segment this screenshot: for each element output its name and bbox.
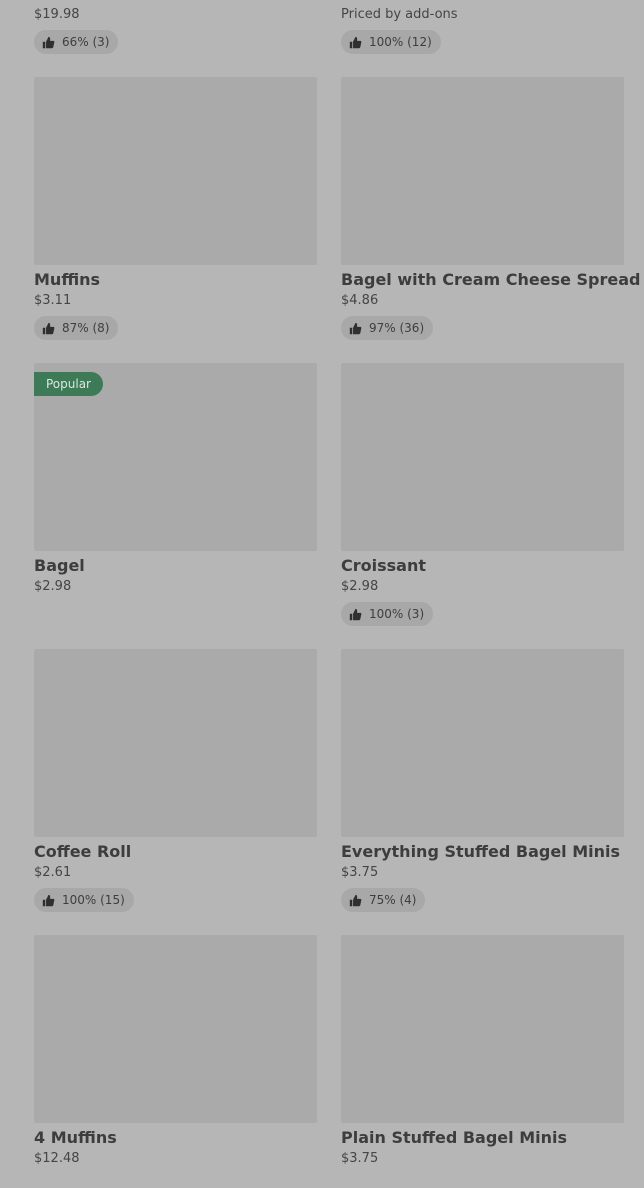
menu-item-card[interactable]: Bagel with Cream Cheese Spread $4.86 97%… (341, 77, 641, 340)
item-name: 4 Muffins (34, 1128, 117, 1147)
item-price: $2.98 (34, 579, 72, 594)
item-image[interactable] (341, 77, 624, 265)
item-rating: 66% (3) (34, 30, 119, 54)
item-name: Muffins (34, 270, 101, 289)
menu-item-card[interactable]: Everything Stuffed Bagel Minis $3.75 75%… (341, 649, 624, 912)
item-rating: 97% (36) (341, 316, 434, 340)
item-rating: 87% (8) (34, 316, 119, 340)
thumbs-up-icon (349, 36, 362, 48)
item-price: Priced by add-ons (341, 7, 458, 22)
item-name: Bagel (34, 556, 85, 575)
item-price: $12.48 (34, 1151, 80, 1166)
item-name: Coffee Roll (34, 842, 132, 861)
item-image[interactable] (341, 935, 624, 1123)
item-price: $19.98 (34, 7, 80, 22)
item-price: $3.11 (34, 293, 72, 308)
rating-value: 87% (8) (62, 321, 110, 335)
menu-row-partial: $19.98 66% (3) Priced by add-ons 100% (1… (0, 0, 644, 60)
item-price: $3.75 (341, 865, 379, 880)
thumbs-up-icon (42, 322, 55, 334)
item-price: $3.75 (341, 1151, 379, 1166)
menu-item-card[interactable]: $19.98 66% (3) (34, 6, 317, 54)
menu-item-card[interactable]: Plain Stuffed Bagel Minis $3.75 (341, 935, 624, 1167)
thumbs-up-icon (349, 894, 362, 906)
item-price: $4.86 (341, 293, 379, 308)
item-price: $2.61 (34, 865, 72, 880)
item-image[interactable] (34, 935, 317, 1123)
thumbs-up-icon (42, 36, 55, 48)
menu-item-card[interactable]: Muffins $3.11 87% (8) (34, 77, 317, 340)
item-price: $2.98 (341, 579, 379, 594)
menu-row: Popular Bagel $2.98 Croissant $2.98 100%… (34, 363, 624, 649)
thumbs-up-icon (349, 608, 362, 620)
thumbs-up-icon (42, 894, 55, 906)
item-image[interactable]: Popular (34, 363, 317, 551)
menu-row: Muffins $3.11 87% (8) Bagel with Cream C… (34, 77, 641, 363)
menu-item-card[interactable]: Priced by add-ons 100% (12) (341, 6, 624, 54)
item-name: Everything Stuffed Bagel Minis (341, 842, 621, 861)
item-rating: 100% (15) (34, 888, 134, 912)
item-rating: 100% (12) (341, 30, 441, 54)
item-rating: 100% (3) (341, 602, 434, 626)
rating-value: 100% (3) (369, 607, 425, 621)
menu-item-card[interactable]: 4 Muffins $12.48 (34, 935, 317, 1167)
menu-grid: Muffins $3.11 87% (8) Bagel with Cream C… (34, 77, 641, 1188)
menu-item-card[interactable]: Popular Bagel $2.98 (34, 363, 317, 595)
menu-item-card[interactable]: Croissant $2.98 100% (3) (341, 363, 624, 626)
item-rating: 75% (4) (341, 888, 426, 912)
item-image[interactable] (34, 649, 317, 837)
item-name: Croissant (341, 556, 426, 575)
item-image[interactable] (34, 77, 317, 265)
item-image[interactable] (341, 363, 624, 551)
item-name: Plain Stuffed Bagel Minis (341, 1128, 568, 1147)
rating-value: 66% (3) (62, 35, 110, 49)
rating-value: 97% (36) (369, 321, 425, 335)
menu-row: Coffee Roll $2.61 100% (15) Everything S… (34, 649, 624, 935)
rating-value: 100% (15) (62, 893, 125, 907)
menu-row: 4 Muffins $12.48 Plain Stuffed Bagel Min… (34, 935, 624, 1188)
menu-page: $19.98 66% (3) Priced by add-ons 100% (1… (0, 0, 644, 1188)
popular-badge: Popular (34, 372, 103, 396)
rating-value: 75% (4) (369, 893, 417, 907)
rating-value: 100% (12) (369, 35, 432, 49)
item-image[interactable] (341, 649, 624, 837)
thumbs-up-icon (349, 322, 362, 334)
item-name: Bagel with Cream Cheese Spread (341, 270, 641, 289)
menu-item-card[interactable]: Coffee Roll $2.61 100% (15) (34, 649, 317, 912)
